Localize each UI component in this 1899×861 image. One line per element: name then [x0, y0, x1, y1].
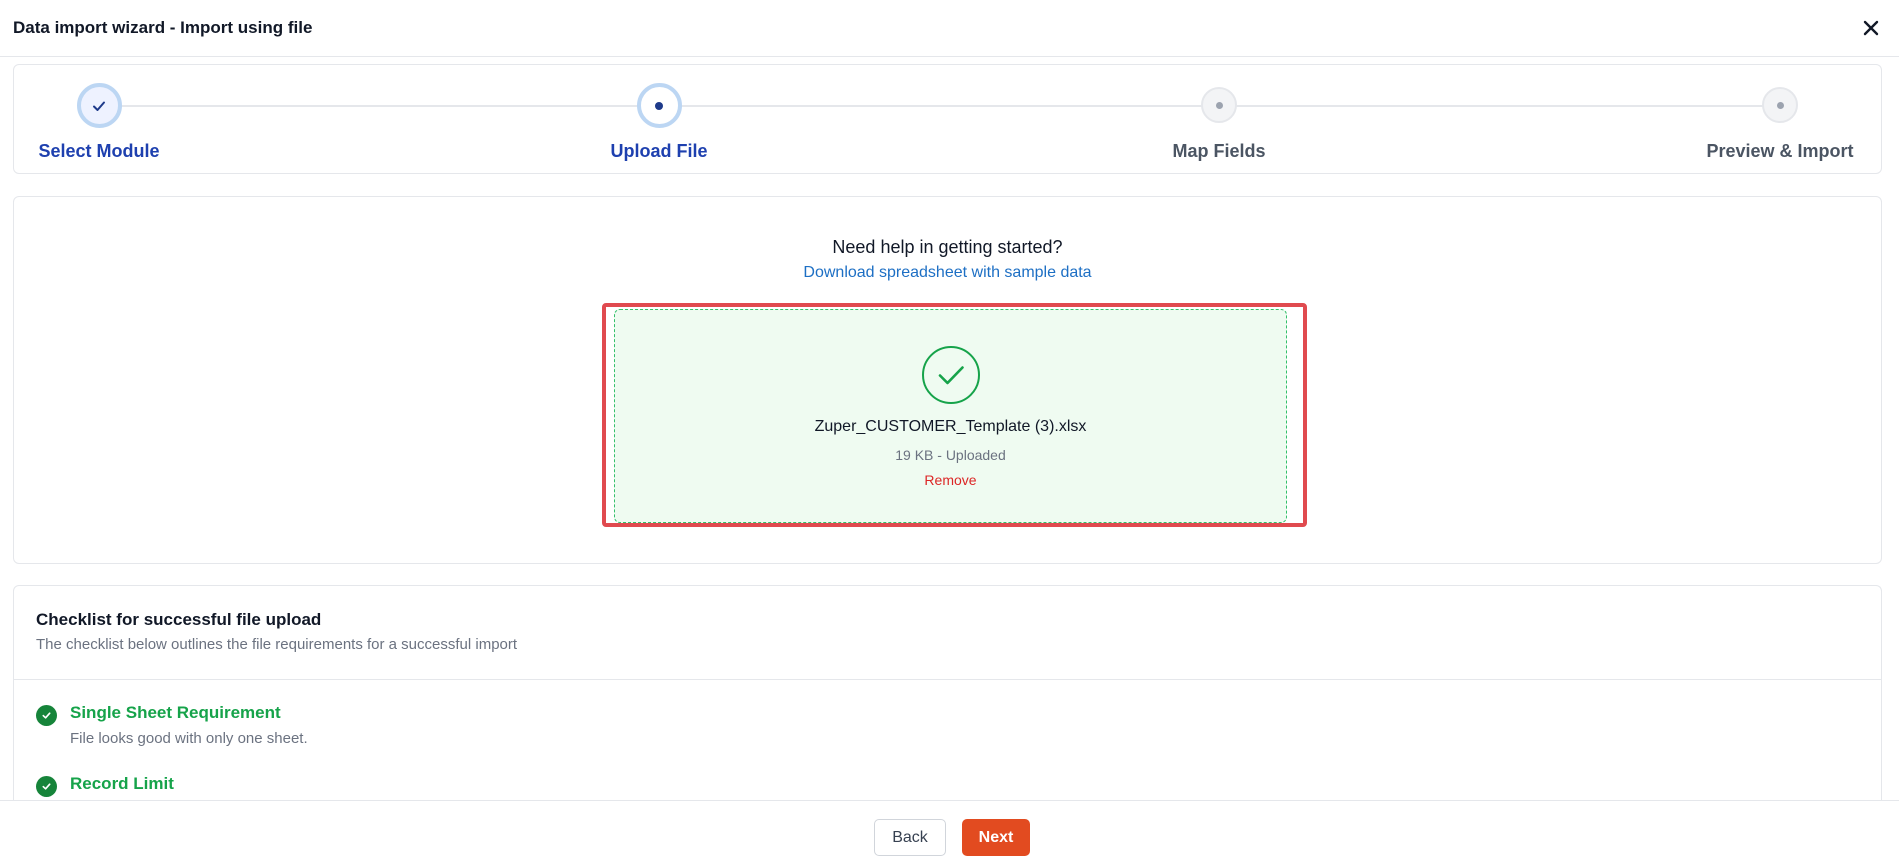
stepper-connector	[99, 105, 1796, 107]
check-circle-icon	[36, 705, 57, 726]
step-active-indicator	[636, 83, 682, 128]
pending-dot-icon	[1215, 101, 1223, 109]
wizard-header: Data import wizard - Import using file	[0, 0, 1899, 57]
file-dropzone[interactable]: Zuper_CUSTOMER_Template (3).xlsx 19 KB -…	[614, 309, 1287, 523]
checklist-item-desc: File looks good with only one sheet.	[70, 730, 308, 747]
step-preview-import[interactable]: Preview & Import	[1680, 83, 1880, 162]
uploaded-file-name: Zuper_CUSTOMER_Template (3).xlsx	[814, 418, 1087, 435]
remove-file-link[interactable]: Remove	[615, 472, 1286, 488]
step-label: Map Fields	[1172, 141, 1266, 161]
checklist-item-title: Record Limit	[70, 774, 174, 793]
checklist-item-title: Single Sheet Requirement	[70, 703, 281, 722]
upload-panel: Need help in getting started? Download s…	[13, 196, 1882, 564]
step-label: Preview & Import	[1706, 141, 1854, 161]
download-sample-link[interactable]: Download spreadsheet with sample data	[14, 264, 1881, 282]
step-pending-indicator	[1762, 87, 1798, 123]
checklist-title: Checklist for successful file upload	[36, 610, 322, 629]
close-button[interactable]	[1857, 14, 1885, 42]
step-map-fields[interactable]: Map Fields	[1119, 83, 1319, 162]
back-button[interactable]: Back	[874, 819, 946, 856]
progress-stepper: Select Module Upload File Map Fields Pre…	[13, 64, 1882, 174]
step-label: Upload File	[610, 141, 708, 161]
upload-success-icon	[922, 346, 980, 404]
import-wizard-page: Data import wizard - Import using file S…	[0, 0, 1899, 861]
pending-dot-icon	[1776, 101, 1784, 109]
active-dot-icon	[655, 101, 663, 110]
step-pending-indicator	[1201, 87, 1237, 123]
next-button[interactable]: Next	[962, 819, 1030, 856]
check-circle-icon	[36, 776, 57, 797]
step-select-module[interactable]: Select Module	[0, 83, 199, 162]
step-label: Select Module	[38, 141, 160, 161]
wizard-title: Data import wizard - Import using file	[13, 18, 313, 37]
checklist-divider	[14, 679, 1881, 680]
checkmark-icon	[93, 101, 105, 111]
step-upload-file[interactable]: Upload File	[559, 83, 759, 162]
wizard-footer: Back Next	[0, 800, 1899, 861]
close-icon	[1863, 20, 1879, 36]
checklist-subtitle: The checklist below outlines the file re…	[36, 636, 518, 653]
step-completed-indicator	[76, 83, 122, 128]
highlight-frame: Zuper_CUSTOMER_Template (3).xlsx 19 KB -…	[602, 303, 1307, 527]
help-heading: Need help in getting started?	[832, 237, 1063, 257]
uploaded-file-meta: 19 KB - Uploaded	[895, 447, 1006, 463]
